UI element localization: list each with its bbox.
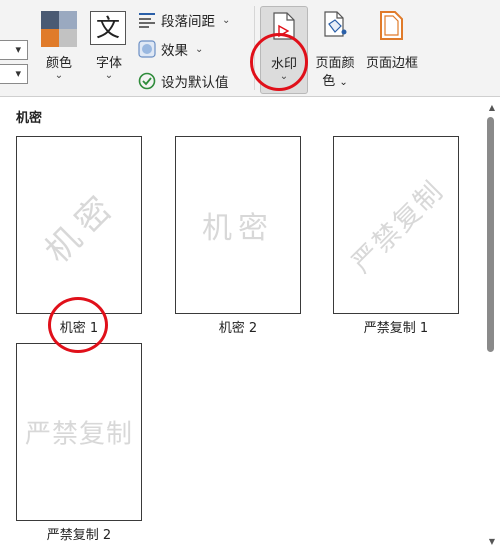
page-color-button[interactable]: 页面颜 色 ⌄ (312, 8, 358, 90)
watermark-caption: 机密 2 (218, 321, 258, 336)
scroll-down-arrow-icon[interactable]: ▼ (489, 537, 495, 546)
page-borders-icon (380, 11, 403, 40)
watermark-preview-text: 机密 (37, 183, 126, 272)
chevron-down-icon: ⌄ (104, 70, 114, 81)
watermark-label: 水印 (270, 57, 297, 72)
paragraph-spacing-icon (139, 13, 155, 28)
fonts-glyph: 文 (96, 14, 120, 42)
effects-icon (138, 40, 156, 58)
effects-label: 效果 (161, 43, 188, 59)
watermark-option-confidential-1[interactable]: 机密 (16, 136, 142, 314)
set-as-default-label: 设为默认值 (161, 75, 229, 91)
watermark-preview-text: 严禁复制 (346, 175, 451, 280)
chevron-down-icon: ▾ (15, 43, 21, 56)
watermark-caption: 严禁复制 2 (46, 528, 112, 543)
effects-button[interactable]: 效果 ⌄ (138, 38, 203, 60)
chevron-down-icon: ▾ (15, 67, 21, 80)
watermark-option-do-not-copy-2[interactable]: 严禁复制 (16, 343, 142, 521)
chevron-down-icon: ⌄ (54, 70, 64, 81)
set-as-default-button[interactable]: 设为默认值 (138, 70, 229, 92)
colors-button[interactable]: 颜色 ⌄ (36, 8, 82, 90)
colors-label: 颜色 (45, 56, 72, 71)
scrollbar-thumb[interactable] (487, 117, 494, 352)
watermark-preview-text: 机密 (202, 211, 274, 246)
watermark-option-do-not-copy-1[interactable]: 严禁复制 (333, 136, 459, 314)
page-color-label-line2-text: 色 (322, 74, 336, 89)
fonts-button[interactable]: 文 字体 ⌄ (86, 8, 132, 90)
color-palette-icon (41, 11, 77, 47)
group-separator (254, 6, 255, 90)
watermark-caption: 机密 1 (59, 321, 99, 336)
paragraph-spacing-label: 段落间距 (161, 14, 215, 30)
page-color-icon (324, 11, 347, 37)
watermark-button[interactable]: 水印 ⌄ (260, 6, 308, 94)
checkmark-circle-icon (138, 72, 156, 90)
page-color-label-line2: 色 ⌄ (312, 70, 358, 89)
page-color-label-line1: 页面颜 (315, 56, 355, 71)
watermark-option-confidential-2[interactable]: 机密 (175, 136, 301, 314)
watermark-gallery: 机密 机密 机密 1 机密 机密 2 严禁复制 严禁复制 1 严禁复制 严禁复制… (0, 96, 500, 553)
page-borders-button[interactable]: 页面边框 (362, 8, 422, 90)
spin-box-partial[interactable]: ▾ (0, 40, 28, 60)
scroll-up-arrow-icon[interactable]: ▲ (489, 103, 495, 112)
chevron-down-icon: ⌄ (195, 43, 204, 55)
page-borders-label: 页面边框 (365, 56, 418, 71)
dropdown-partial[interactable]: ▾ (0, 64, 28, 84)
watermark-caption: 严禁复制 1 (363, 321, 429, 336)
chevron-down-icon: ⌄ (339, 77, 348, 88)
fonts-icon: 文 (90, 11, 126, 45)
fonts-label: 字体 (95, 56, 122, 71)
paragraph-spacing-button[interactable]: 段落间距 ⌄ (138, 9, 230, 31)
watermark-preview-text: 严禁复制 (24, 419, 134, 450)
ribbon-design-tab: ▾ ▾ 颜色 ⌄ 文 字体 ⌄ 段落间距 ⌄ 效果 ⌄ 设为默认值 水印 ⌄ 页… (0, 0, 500, 96)
gallery-section-title: 机密 (16, 111, 43, 126)
watermark-icon (273, 12, 295, 40)
chevron-down-icon: ⌄ (279, 71, 289, 82)
chevron-down-icon: ⌄ (222, 14, 231, 26)
